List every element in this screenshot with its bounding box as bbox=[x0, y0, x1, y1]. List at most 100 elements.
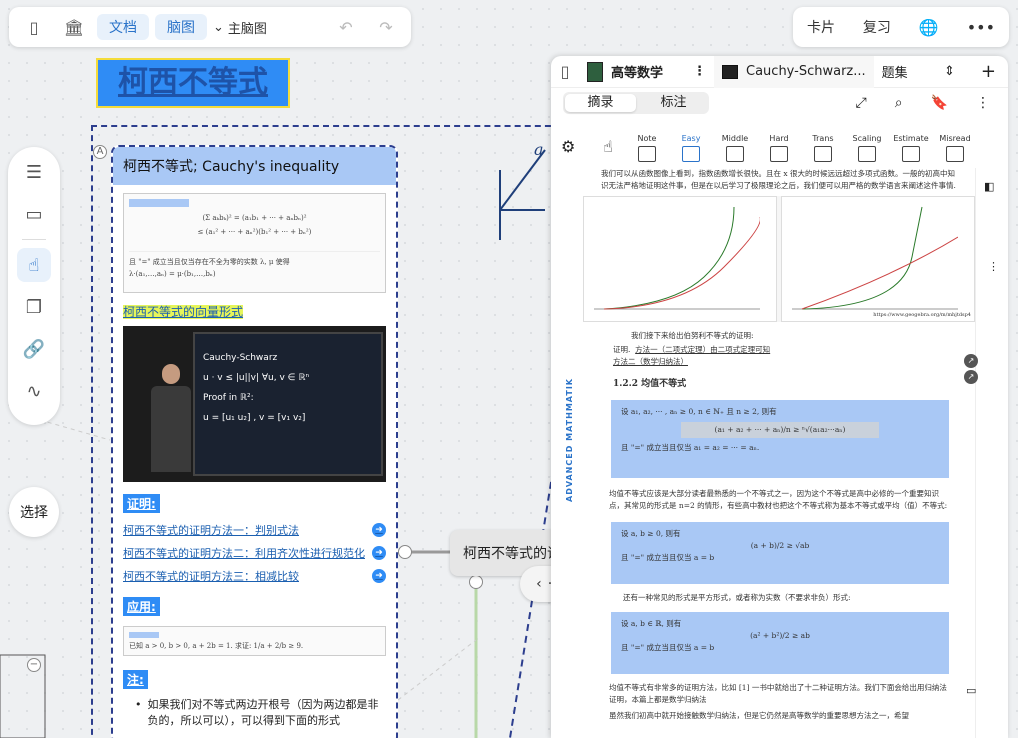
book-icon bbox=[587, 61, 603, 82]
root-node[interactable]: 柯西不等式 bbox=[96, 58, 290, 108]
proof-node-label: 柯西不等式的证 bbox=[463, 546, 560, 562]
review-button[interactable]: 复习 bbox=[863, 17, 891, 37]
doc-p4: 虽然我们初高中就开始接触数学归纳法，但是它仍然是高等数学的重要思想方法之一，希望 bbox=[609, 711, 909, 720]
box3-line3: 且 "=" 成立当且仅当 a = b bbox=[621, 643, 715, 652]
tool-estimate-label: Estimate bbox=[893, 134, 929, 143]
collapse-icon[interactable]: − bbox=[27, 658, 41, 672]
graph-right: https://www.geogebra.org/m/mhjtdsp4 bbox=[781, 196, 975, 322]
tab-cauchy-label: Cauchy-Schwarz... bbox=[746, 64, 866, 79]
collapse-icon[interactable]: A bbox=[93, 145, 107, 159]
box-select-icon bbox=[814, 146, 832, 162]
left-sidebar: ☰ ▭ ☝ ❐ 🔗 ∿ bbox=[8, 147, 60, 425]
mindmap-tab[interactable]: 脑图 bbox=[155, 14, 207, 40]
theorem-box-3[interactable]: 设 a, b ∈ ℝ, 则有 (a² + b²)/2 ≥ ab 且 "=" 成立… bbox=[611, 612, 949, 674]
bookmark-icon[interactable]: 🔖 bbox=[931, 95, 948, 111]
tool-estimate[interactable]: Estimate bbox=[889, 134, 933, 162]
excerpt-thumbnail-1[interactable]: (Σ aₖbₖ)² = (a₁b₁ + ··· + aₙbₙ)² ≤ (a₁² +… bbox=[123, 193, 386, 293]
more-icon[interactable]: ••• bbox=[967, 18, 995, 37]
search-doc-icon[interactable]: ⌕ bbox=[895, 95, 903, 111]
note-card[interactable]: 柯西不等式; Cauchy's inequality (Σ aₖbₖ)² = (… bbox=[111, 145, 398, 738]
tool-easy-label: Easy bbox=[681, 134, 701, 143]
sidebar-toggle-icon[interactable]: ▯ bbox=[17, 12, 51, 42]
tool-easy[interactable]: Easy bbox=[669, 134, 713, 162]
video-file-icon bbox=[722, 64, 739, 79]
more-vert-icon[interactable]: ⋮ bbox=[976, 95, 990, 111]
redo-icon[interactable]: ↷ bbox=[369, 12, 403, 42]
split-view-icon[interactable]: ◧ bbox=[984, 180, 994, 193]
video-thumbnail[interactable]: Cauchy-Schwarz u · v ≤ |u||v| ∀u, v ∈ ℝⁿ… bbox=[123, 326, 386, 482]
doc-lead: 我们接下来给出伯努利不等式的证明: bbox=[631, 331, 754, 340]
tool-trans[interactable]: Trans bbox=[801, 134, 845, 162]
theorem-box-1[interactable]: 设 a₁, a₂, ··· , aₙ ≥ 0, n ∈ ℕ₊ 且 n ≥ 2, … bbox=[611, 400, 949, 478]
card-title: 柯西不等式; Cauchy's inequality bbox=[123, 159, 340, 175]
arrow-right-icon[interactable]: ➜ bbox=[372, 569, 386, 583]
doc-section: 1.2.2 均值不等式 bbox=[613, 379, 687, 389]
top-right-toolbar: 卡片 复习 🌐 ••• bbox=[793, 7, 1009, 47]
mainmap-dropdown[interactable]: ⌄ 主脑图 bbox=[213, 18, 267, 37]
note-icon bbox=[638, 146, 656, 162]
tool-middle[interactable]: Middle bbox=[713, 134, 757, 162]
note-bullet-text: 如果我们对不等式两边开根号（因为两边都是非负的，所以可以），可以得到下面的形式 bbox=[147, 698, 379, 727]
card-button[interactable]: 卡片 bbox=[807, 17, 835, 37]
sort-icon[interactable]: ⇕ bbox=[944, 64, 955, 79]
undo-icon[interactable]: ↶ bbox=[329, 12, 363, 42]
arrow-right-icon[interactable]: ➜ bbox=[372, 546, 386, 560]
more-vert-icon[interactable]: ⋮ bbox=[693, 64, 706, 79]
outline-list-icon[interactable]: ☰ bbox=[17, 155, 51, 189]
tab-problem-set-label: 题集 bbox=[881, 66, 908, 81]
excerpt-mode[interactable]: 摘录 bbox=[565, 94, 636, 112]
excerpt-thumbnail-2[interactable]: 已知 a > 0, b > 0, a + 2b = 1. 求证: 1/a + 2… bbox=[123, 626, 386, 656]
link-icon[interactable]: 🔗 bbox=[17, 332, 51, 366]
vector-form-link[interactable]: 柯西不等式的向量形式 bbox=[123, 305, 244, 319]
arrow-right-icon[interactable]: ➜ bbox=[372, 523, 386, 537]
document-panel: ▯ 高等数学 ⋮ Cauchy-Schwarz... 题集 ⇕ + 摘录 标注 … bbox=[551, 56, 1008, 738]
link-badge-icon[interactable]: ↗ bbox=[964, 370, 978, 384]
tool-hard[interactable]: Hard bbox=[757, 134, 801, 162]
tool-misread-label: Misread bbox=[939, 134, 971, 143]
tool-scaling[interactable]: Scaling bbox=[845, 134, 889, 162]
web-icon[interactable]: 🌐 bbox=[919, 18, 939, 37]
doc-side-strip: ADVANCED MATHMATIK bbox=[551, 168, 583, 738]
theorem-box-2[interactable]: 设 a, b ≥ 0, 则有 (a + b)/2 ≥ √ab 且 "=" 成立当… bbox=[611, 522, 949, 584]
node-connector[interactable] bbox=[469, 575, 483, 589]
root-node-label: 柯西不等式 bbox=[98, 60, 288, 106]
doc-p2: 还有一种常见的形式是平方形式，或者称为实数（不要求非负）形式: bbox=[623, 593, 851, 602]
node-connector[interactable] bbox=[398, 545, 412, 559]
more-vert-icon[interactable]: ⋮ bbox=[988, 260, 999, 273]
tool-note[interactable]: Note bbox=[625, 134, 669, 162]
mainmap-label: 主脑图 bbox=[227, 21, 267, 37]
tool-note-label: Note bbox=[637, 134, 657, 143]
proof-link-2[interactable]: 柯西不等式的证明方法二：利用齐次性进行规范化 ➜ bbox=[123, 545, 386, 561]
card-icon[interactable]: ▭ bbox=[966, 684, 976, 697]
link-badge-icon[interactable]: ↗ bbox=[964, 354, 978, 368]
documents-icon[interactable]: ❐ bbox=[17, 290, 51, 324]
expand-icon[interactable]: ⤢ bbox=[856, 95, 867, 111]
box1-line2: (a₁ + a₂ + ··· + aₙ)/n ≥ ⁿ√(a₁a₂···aₙ) bbox=[681, 422, 879, 438]
hand-tool-icon[interactable]: ☝ bbox=[591, 137, 625, 156]
mode-switch[interactable]: 摘录 标注 bbox=[563, 92, 709, 114]
draw-icon[interactable]: ∿ bbox=[17, 374, 51, 408]
tool-hard-label: Hard bbox=[769, 134, 789, 143]
box-select-icon bbox=[726, 146, 744, 162]
tool-misread[interactable]: Misread bbox=[933, 134, 977, 162]
add-tab-icon[interactable]: + bbox=[981, 61, 996, 82]
proof-link-3[interactable]: 柯西不等式的证明方法三：相减比较 ➜ bbox=[123, 568, 386, 584]
doc-tab[interactable]: 文档 bbox=[97, 14, 149, 40]
pdf-page[interactable]: 我们可以从函数图像上看到，指数函数增长很快。且在 x 很大的时候远远超过多项式函… bbox=[583, 168, 975, 738]
box-select-icon bbox=[858, 146, 876, 162]
pointer-hand-icon[interactable]: ☝ bbox=[17, 248, 51, 282]
doc-right-strip: ◧ ⋮ ↗ ↗ ▭ bbox=[964, 168, 1008, 738]
box-select-icon bbox=[682, 146, 700, 162]
graph-right-plot bbox=[792, 206, 959, 310]
library-icon[interactable]: 🏛 bbox=[57, 12, 91, 42]
tab-cauchy-schwarz[interactable]: Cauchy-Schwarz... bbox=[714, 56, 874, 88]
settings-icon[interactable]: ⚙ bbox=[561, 137, 591, 156]
tab-higher-math[interactable]: 高等数学 ⋮ bbox=[579, 56, 714, 88]
annotate-mode[interactable]: 标注 bbox=[638, 92, 709, 114]
panel-sidebar-icon[interactable]: ▯ bbox=[551, 57, 579, 87]
doc-method1: 方法一（二项式定理）由二项式定理可知 bbox=[635, 345, 771, 354]
proof-link-1[interactable]: 柯西不等式的证明方法一：判别式法 ➜ bbox=[123, 522, 386, 538]
tab-problem-set[interactable]: 题集 bbox=[874, 56, 916, 88]
select-button[interactable]: 选择 bbox=[9, 487, 59, 537]
layout-icon[interactable]: ▭ bbox=[17, 197, 51, 231]
